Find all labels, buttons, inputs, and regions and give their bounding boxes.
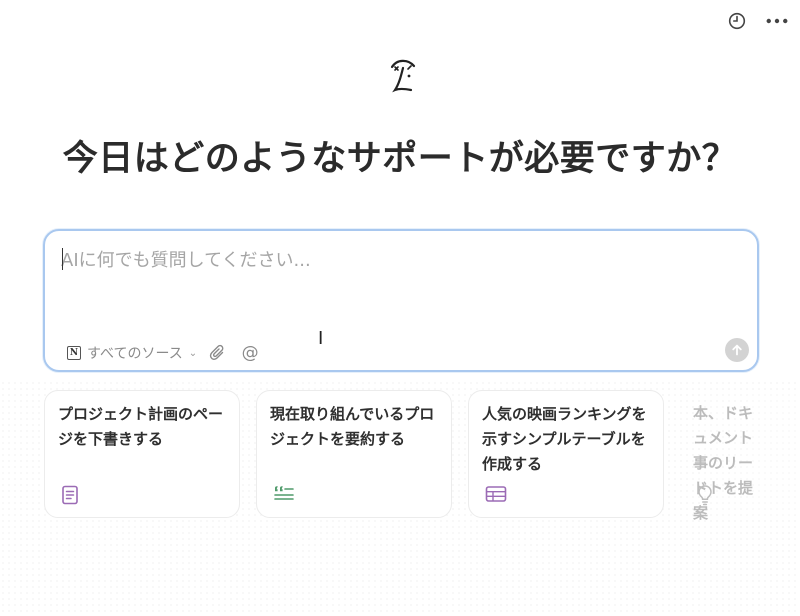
paperclip-icon[interactable] bbox=[207, 342, 229, 364]
top-right-toolbar bbox=[726, 10, 788, 32]
ai-composer: N すべてのソース ⌄ @ bbox=[43, 229, 759, 372]
mention-button[interactable]: @ bbox=[239, 342, 261, 364]
suggestion-label: プロジェクト計画のページを下書きする bbox=[58, 405, 224, 448]
table-icon bbox=[485, 485, 507, 505]
more-dots-icon[interactable] bbox=[766, 10, 788, 32]
clock-icon[interactable] bbox=[726, 10, 748, 32]
suggestion-cards: プロジェクト計画のページを下書きする 現在取り組んでいるプロジェクトを要約する bbox=[44, 390, 800, 520]
arrow-up-icon bbox=[732, 344, 742, 356]
notion-icon: N bbox=[67, 346, 81, 360]
source-selector-button[interactable]: N すべてのソース ⌄ bbox=[67, 343, 197, 363]
suggestion-label: 人気の映画ランキングを示すシンプルテーブルを作成する bbox=[482, 405, 647, 473]
source-selector-label: すべてのソース bbox=[87, 346, 183, 362]
notion-ai-face-icon bbox=[386, 56, 420, 96]
composer-tools: N すべてのソース ⌄ @ bbox=[67, 342, 261, 364]
send-button[interactable] bbox=[725, 338, 749, 362]
text-caret bbox=[62, 248, 63, 270]
suggestion-label: 現在取り組んでいるプロジェクトを要約する bbox=[270, 405, 435, 448]
document-icon bbox=[61, 485, 81, 505]
ai-home-page: 今日はどのようなサポートが必要ですか？ N すべてのソース ⌄ @ bbox=[0, 0, 800, 616]
suggestion-card-summarize[interactable]: 現在取り組んでいるプロジェクトを要約する bbox=[256, 390, 452, 518]
suggestion-card-draft-plan[interactable]: プロジェクト計画のページを下書きする bbox=[44, 390, 240, 518]
chevron-down-icon: ⌄ bbox=[188, 347, 198, 359]
suggestion-card-partial[interactable]: 本、ドキュメント事のリードトを提案 bbox=[680, 390, 800, 520]
page-title: 今日はどのようなサポートが必要ですか？ bbox=[62, 139, 738, 179]
quote-icon bbox=[273, 485, 294, 505]
at-sign-icon: @ bbox=[241, 343, 259, 363]
mouse-cursor-ibeam: I bbox=[318, 328, 324, 349]
suggestion-card-create-table[interactable]: 人気の映画ランキングを示すシンプルテーブルを作成する bbox=[468, 390, 664, 518]
lightbulb-icon bbox=[696, 484, 716, 506]
ai-prompt-input[interactable] bbox=[61, 245, 721, 275]
